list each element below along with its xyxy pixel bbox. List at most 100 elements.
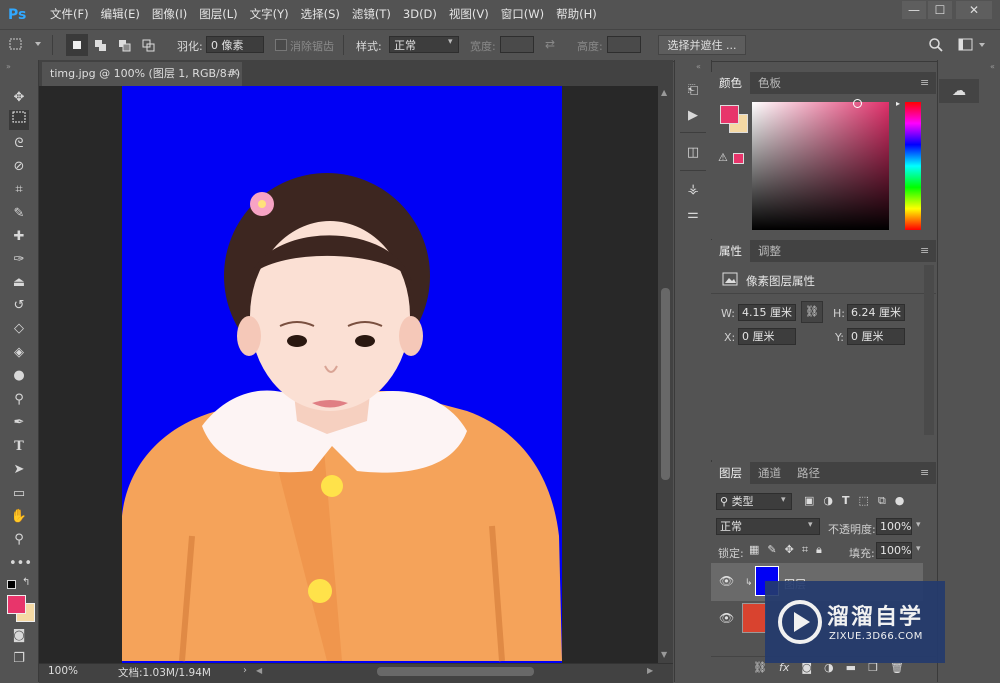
collapse-icon[interactable]: « xyxy=(990,62,995,71)
color-panel-foreground-swatch[interactable] xyxy=(720,105,739,124)
filter-type-icon[interactable]: T xyxy=(842,494,850,510)
maximize-button[interactable]: ☐ xyxy=(928,1,952,19)
healing-brush-tool-icon[interactable]: ✚ xyxy=(9,227,29,247)
workspace-icon[interactable] xyxy=(958,37,988,53)
path-selection-tool-icon[interactable]: ➤ xyxy=(9,460,29,480)
filter-smart-object-icon[interactable]: ⧉ xyxy=(878,494,886,510)
color-picker-cursor[interactable] xyxy=(853,99,862,108)
pen-tool-icon[interactable]: ✒ xyxy=(9,413,29,433)
vertical-scroll-thumb[interactable] xyxy=(661,288,670,480)
history-brush-tool-icon[interactable]: ↺ xyxy=(9,296,29,316)
scroll-right-icon[interactable]: ▶ xyxy=(647,666,653,675)
chevron-down-icon[interactable]: ▾ xyxy=(916,544,921,554)
swap-colors-icon[interactable]: ↰ xyxy=(22,577,30,588)
menu-help[interactable]: 帮助(H) xyxy=(550,0,603,29)
color-field[interactable] xyxy=(752,102,889,230)
gamut-color-swatch[interactable] xyxy=(733,153,744,164)
screen-mode-icon[interactable]: ❐ xyxy=(9,649,29,669)
history-icon[interactable]: ⎗ xyxy=(683,81,703,101)
warning-icon[interactable]: ⚠ xyxy=(718,151,728,164)
panel-menu-icon[interactable]: ≡ xyxy=(920,76,929,89)
brush-presets-icon[interactable]: ⚶ xyxy=(683,180,703,200)
tab-swatches[interactable]: 色板 xyxy=(750,72,789,94)
lock-artboard-icon[interactable]: ⌗ xyxy=(802,543,808,559)
lock-transparent-icon[interactable]: ▦ xyxy=(749,543,759,559)
creative-cloud-libraries-icon[interactable]: ☁ xyxy=(939,79,979,103)
select-and-mask-button[interactable]: 选择并遮住 ... xyxy=(658,35,746,55)
height-input[interactable] xyxy=(607,36,641,53)
panel-menu-icon[interactable]: ≡ xyxy=(920,466,929,479)
close-tab-icon[interactable]: ✕ xyxy=(230,66,239,79)
menu-3d[interactable]: 3D(D) xyxy=(397,0,443,29)
menu-type[interactable]: 文字(Y) xyxy=(244,0,295,29)
zoom-tool-icon[interactable]: ⚲ xyxy=(9,530,29,550)
tab-layers[interactable]: 图层 xyxy=(711,462,750,484)
menu-window[interactable]: 窗口(W) xyxy=(495,0,550,29)
crop-tool-icon[interactable]: ⌗ xyxy=(9,180,29,200)
hand-tool-icon[interactable]: ✋ xyxy=(9,507,29,527)
y-field[interactable]: 0 厘米 xyxy=(847,328,905,345)
clone-stamp-tool-icon[interactable]: ⏏ xyxy=(9,273,29,293)
chevron-down-icon[interactable]: ▾ xyxy=(916,520,921,530)
eyedropper-tool-icon[interactable]: ✎ xyxy=(9,204,29,224)
scroll-left-icon[interactable]: ◀ xyxy=(256,666,262,675)
close-window-button[interactable]: ✕ xyxy=(956,1,992,19)
hue-slider[interactable] xyxy=(905,102,921,230)
menu-view[interactable]: 视图(V) xyxy=(443,0,495,29)
fill-field[interactable]: 100% xyxy=(876,542,912,559)
opacity-field[interactable]: 100% xyxy=(876,518,912,535)
lasso-tool-icon[interactable]: ᘓ xyxy=(9,134,29,154)
visibility-eye-icon[interactable]: 👁︎ xyxy=(719,611,734,625)
swap-icon[interactable]: ⇄ xyxy=(545,37,555,51)
collapse-icon[interactable]: » xyxy=(6,62,11,71)
move-tool-icon[interactable]: ✥ xyxy=(9,88,29,108)
x-field[interactable]: 0 厘米 xyxy=(738,328,796,345)
background-layer-thumbnail[interactable] xyxy=(742,603,766,633)
brush-tool-icon[interactable]: ✑ xyxy=(9,250,29,270)
filter-adjustment-icon[interactable]: ◑ xyxy=(823,494,833,510)
quick-mask-icon[interactable]: ◙ xyxy=(9,626,29,646)
document-tab[interactable]: timg.jpg @ 100% (图层 1, RGB/8#) * xyxy=(42,62,242,104)
tab-channels[interactable]: 通道 xyxy=(750,462,789,484)
filter-shape-icon[interactable]: ⬚ xyxy=(859,494,869,510)
eraser-tool-icon[interactable]: ◇ xyxy=(9,319,29,339)
tab-paths[interactable]: 路径 xyxy=(789,462,828,484)
rectangle-tool-icon[interactable]: ▭ xyxy=(9,484,29,504)
filter-pixel-icon[interactable]: ▣ xyxy=(804,494,814,510)
properties-scrollbar[interactable] xyxy=(924,265,934,435)
width-input[interactable] xyxy=(500,36,534,53)
panel-menu-icon[interactable]: ≡ xyxy=(920,244,929,257)
link-icon[interactable]: ⛓ xyxy=(801,301,823,323)
adjustments-sliders-icon[interactable]: ⚌ xyxy=(683,205,703,225)
minimize-button[interactable]: — xyxy=(902,1,926,19)
blend-mode-select[interactable]: 正常 xyxy=(716,518,820,535)
filter-toggle-icon[interactable]: ● xyxy=(895,494,905,510)
search-icon[interactable] xyxy=(928,37,944,53)
collapse-icon[interactable]: « xyxy=(696,62,701,71)
actions-play-icon[interactable]: ▶ xyxy=(683,106,703,126)
tab-properties[interactable]: 属性 xyxy=(711,240,750,262)
quick-select-tool-icon[interactable]: ⊘ xyxy=(9,157,29,177)
more-tools-icon[interactable]: ••• xyxy=(9,554,32,574)
default-colors-icon[interactable] xyxy=(7,580,16,589)
blur-tool-icon[interactable]: ● xyxy=(9,366,29,386)
zoom-level[interactable]: 100% xyxy=(48,665,78,677)
scroll-up-icon[interactable]: ▲ xyxy=(661,88,667,97)
menu-image[interactable]: 图像(I) xyxy=(146,0,193,29)
menu-layer[interactable]: 图层(L) xyxy=(193,0,243,29)
selection-mode-icons[interactable] xyxy=(66,34,162,56)
horizontal-scroll-thumb[interactable] xyxy=(377,667,534,676)
menu-select[interactable]: 选择(S) xyxy=(295,0,346,29)
paint-bucket-tool-icon[interactable]: ◈ xyxy=(9,343,29,363)
hue-slider-handle[interactable]: ▸ xyxy=(896,99,900,108)
visibility-eye-icon[interactable]: 👁︎ xyxy=(719,574,734,588)
menu-file[interactable]: 文件(F) xyxy=(44,0,95,29)
lock-all-icon[interactable]: 🔒︎ xyxy=(816,543,822,559)
lock-image-icon[interactable]: ✎ xyxy=(767,543,776,559)
marquee-tool-icon[interactable] xyxy=(9,110,29,130)
height-field[interactable]: 6.24 厘米 xyxy=(847,304,905,321)
type-tool-icon[interactable]: T xyxy=(9,437,29,457)
scroll-down-icon[interactable]: ▼ xyxy=(661,650,667,659)
foreground-color-swatch[interactable] xyxy=(7,595,26,614)
dodge-tool-icon[interactable]: ⚲ xyxy=(9,390,29,410)
